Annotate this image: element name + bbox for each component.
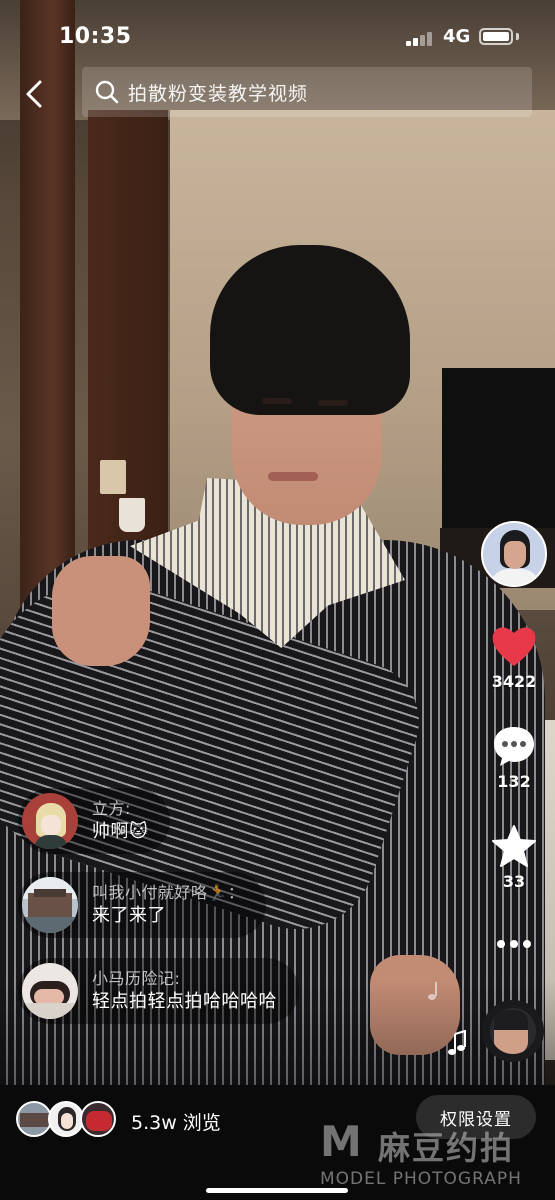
- music-disc[interactable]: [482, 1000, 544, 1062]
- comment-item[interactable]: 小马历险记: 轻点拍轻点拍哈哈哈哈: [18, 958, 299, 1024]
- heart-icon: [492, 627, 536, 666]
- hair: [210, 245, 410, 415]
- chevron-left-icon: [26, 80, 42, 108]
- hand: [52, 556, 150, 666]
- comment-text: 帅啊🐱: [92, 820, 149, 842]
- watermark-logo: M: [320, 1117, 362, 1166]
- network-type: 4G: [443, 26, 471, 47]
- signal-icon: [406, 31, 436, 46]
- view-count: 5.3w 浏览: [131, 1112, 221, 1134]
- like-count: 3422: [491, 672, 537, 691]
- back-button[interactable]: [16, 74, 52, 114]
- music-note-icon: [448, 1030, 466, 1055]
- comment-button[interactable]: 132: [478, 724, 550, 791]
- like-button[interactable]: 3422: [478, 624, 550, 691]
- comment-text: 来了来了: [92, 904, 166, 926]
- creator-avatar[interactable]: [481, 521, 547, 587]
- avatar-body: [489, 569, 541, 585]
- music-note-icon: [428, 982, 437, 1000]
- star-icon: [492, 825, 536, 867]
- comment-username: 立方:: [92, 798, 131, 818]
- home-indicator[interactable]: [206, 1188, 348, 1193]
- comment-body: 小马历险记: 轻点拍轻点拍哈哈哈哈: [92, 969, 277, 1013]
- battery-level: [483, 32, 509, 41]
- commenter-avatar: [22, 877, 78, 933]
- comment-username: 叫我小付就好咯🏃：: [92, 882, 245, 902]
- comment-body: 立方: 帅啊🐱: [92, 799, 148, 843]
- viewer-avatar: [80, 1101, 116, 1137]
- avatar-face: [504, 541, 526, 569]
- more-button[interactable]: [478, 934, 550, 958]
- search-query: 拍散粉变装教学视频: [128, 82, 309, 105]
- disc-cover: [494, 1010, 528, 1054]
- mouth: [268, 472, 318, 481]
- viewer-avatar: [48, 1101, 84, 1137]
- search-icon: [95, 80, 119, 104]
- more-dots-icon: [497, 940, 531, 948]
- favorite-button[interactable]: 33: [478, 824, 550, 891]
- viewer-avatar: [16, 1101, 52, 1137]
- watermark-text: 麻豆约拍: [378, 1129, 515, 1167]
- commenter-avatar: [22, 793, 78, 849]
- search-bar[interactable]: 拍散粉变装教学视频: [82, 67, 532, 117]
- comment-body: 叫我小付就好咯🏃： 来了来了: [92, 883, 244, 927]
- status-time: 10:35: [59, 24, 132, 49]
- comment-count: 132: [497, 772, 531, 791]
- status-bar: 10:35 4G: [0, 0, 555, 70]
- watermark-subtext: MODEL PHOTOGRAPH: [320, 1169, 522, 1189]
- comment-username: 小马历险记:: [92, 968, 181, 988]
- favorite-count: 33: [502, 872, 526, 891]
- left-eye: [262, 398, 292, 404]
- watermark: M 麻豆约拍 MODEL PHOTOGRAPH: [320, 1117, 555, 1197]
- comment-item[interactable]: 立方: 帅啊🐱: [18, 788, 171, 854]
- battery-tip: [516, 33, 519, 40]
- comment-item[interactable]: 叫我小付就好咯🏃： 来了来了: [18, 872, 267, 938]
- right-eye: [318, 400, 348, 406]
- chat-bubble-icon: [494, 727, 534, 766]
- battery-icon: [479, 28, 513, 45]
- comment-text: 轻点拍轻点拍哈哈哈哈: [92, 990, 277, 1012]
- commenter-avatar: [22, 963, 78, 1019]
